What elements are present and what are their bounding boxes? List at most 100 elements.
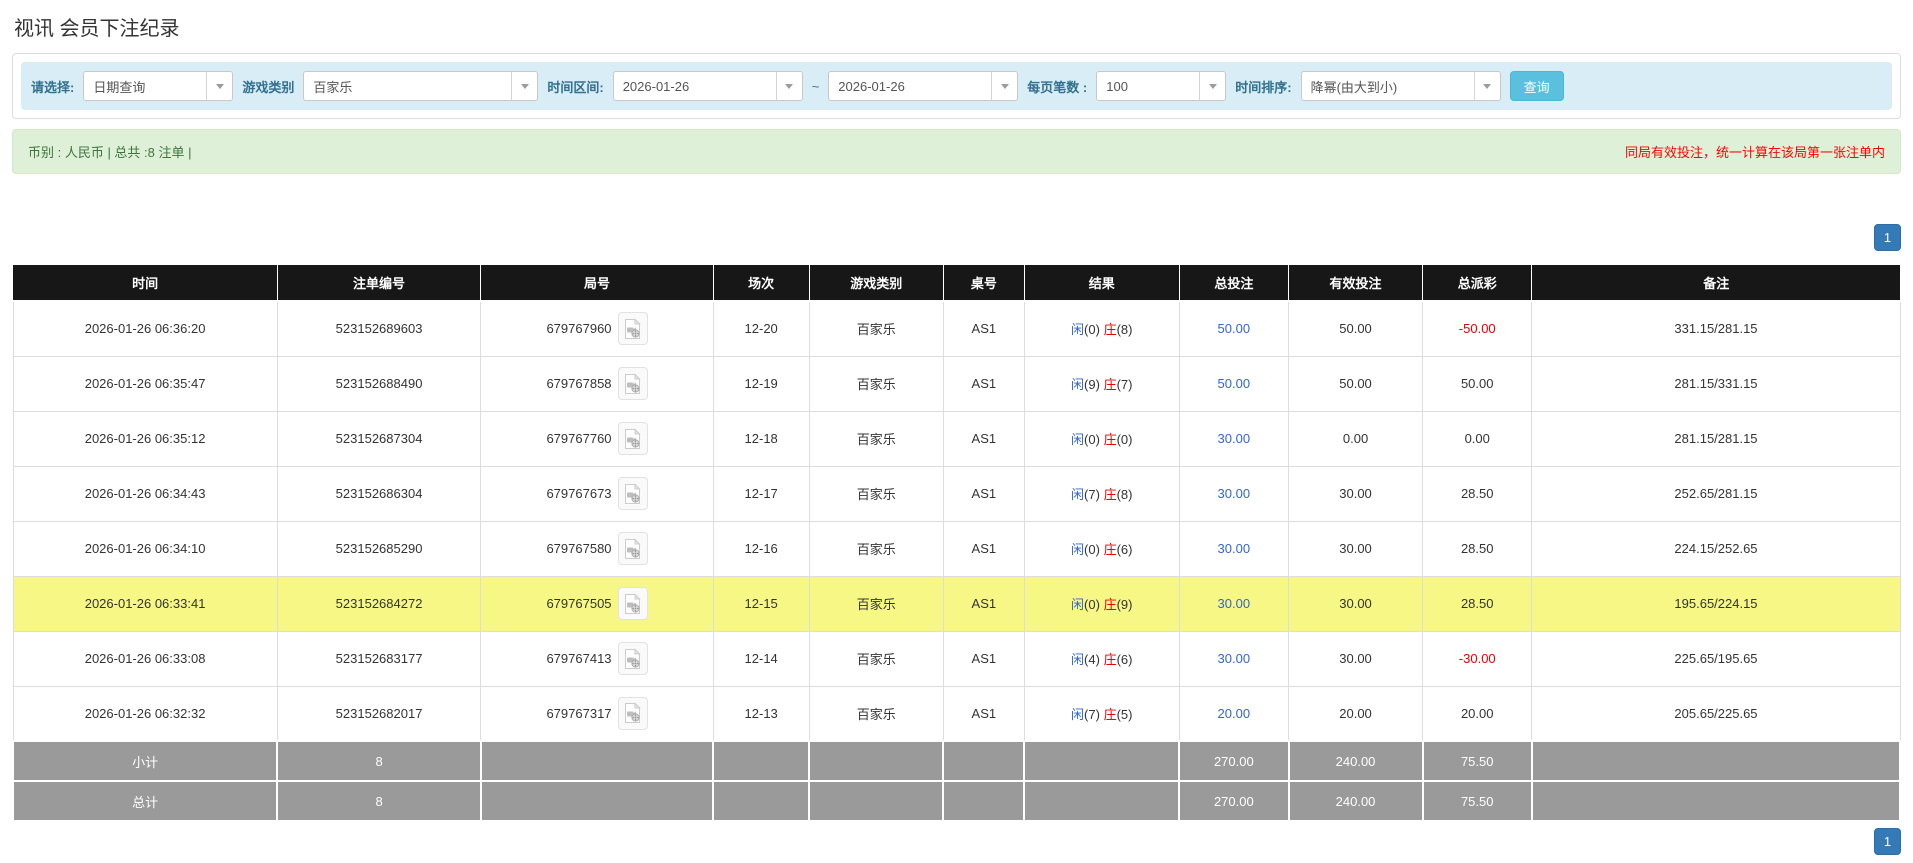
payout-value: -30.00 xyxy=(1458,651,1496,666)
replay-video-button[interactable] xyxy=(617,642,648,675)
caret-down-icon[interactable] xyxy=(991,72,1018,100)
replay-video-button[interactable] xyxy=(617,367,648,400)
cell-remark: 252.65/281.15 xyxy=(1531,465,1901,522)
cell-result: 闲(9) 庄(7) xyxy=(1023,355,1180,412)
column-header: 注单编号 xyxy=(276,265,481,302)
banker-points: (8) xyxy=(1116,487,1133,502)
game-type-select[interactable]: 百家乐 xyxy=(303,71,539,101)
cell-payout: 28.50 xyxy=(1422,575,1533,632)
cell-round: 679767760 xyxy=(480,410,714,467)
player-points: (9) xyxy=(1084,377,1100,392)
footer-empty-cell xyxy=(479,740,715,782)
cell-table-no: AS1 xyxy=(942,465,1025,522)
footer-total-bet: 270.00 xyxy=(1178,780,1290,822)
cell-result: 闲(0) 庄(0) xyxy=(1023,410,1180,467)
total-bet-link[interactable]: 30.00 xyxy=(1218,541,1251,556)
total-bet-link[interactable]: 30.00 xyxy=(1218,651,1251,666)
cell-game-type: 百家乐 xyxy=(808,630,944,687)
caret-down-icon[interactable] xyxy=(1473,72,1500,100)
cell-valid-bet: 20.00 xyxy=(1288,685,1424,742)
cell-session: 12-18 xyxy=(712,410,810,467)
caret-down-icon[interactable] xyxy=(1199,72,1226,100)
cell-table-no: AS1 xyxy=(942,410,1025,467)
cell-total-bet: 30.00 xyxy=(1178,465,1290,522)
caret-down-icon[interactable] xyxy=(511,72,538,100)
round-number: 679767673 xyxy=(546,486,612,501)
game-type-label: 游戏类别 xyxy=(242,79,295,95)
video-record-file-icon xyxy=(625,427,641,449)
total-bet-link[interactable]: 30.00 xyxy=(1218,486,1251,501)
cell-time: 2026-01-26 06:36:20 xyxy=(12,300,278,357)
video-record-file-icon xyxy=(625,372,641,394)
replay-video-button[interactable] xyxy=(617,696,648,730)
summary-bar: 币别 : 人民币 | 总共 :8 注单 | 同局有效投注，统一计算在该局第一张注… xyxy=(12,129,1901,174)
player-result-label: 闲 xyxy=(1071,322,1085,338)
date-from-picker[interactable]: 2026-01-26 xyxy=(612,71,803,101)
replay-video-button[interactable] xyxy=(617,312,648,346)
caret-down-icon[interactable] xyxy=(206,72,233,100)
cell-time: 2026-01-26 06:34:43 xyxy=(12,465,278,522)
cell-game-type: 百家乐 xyxy=(808,300,944,357)
cell-game-type: 百家乐 xyxy=(808,575,944,632)
player-points: (7) xyxy=(1084,487,1100,502)
total-bet-link[interactable]: 50.00 xyxy=(1218,321,1251,336)
cell-total-bet: 30.00 xyxy=(1178,575,1290,632)
search-button[interactable]: 查询 xyxy=(1509,71,1564,101)
replay-video-button[interactable] xyxy=(617,532,648,565)
cell-result: 闲(7) 庄(8) xyxy=(1023,465,1180,522)
player-result-label: 闲 xyxy=(1071,542,1085,557)
banker-result-label: 庄 xyxy=(1103,706,1117,722)
round-number: 679767505 xyxy=(546,596,612,611)
footer-empty-cell xyxy=(808,780,945,822)
cell-payout: 0.00 xyxy=(1422,410,1533,467)
cell-round: 679767673 xyxy=(480,465,714,522)
bet-table-footer: 小计 8 270.00 240.00 75.50 总计 8 270.00 240.00 75.50 xyxy=(11,740,1902,822)
cell-payout: 28.50 xyxy=(1422,465,1533,522)
total-bet-link[interactable]: 20.00 xyxy=(1218,706,1251,721)
date-to-picker[interactable]: 2026-01-26 xyxy=(828,71,1019,101)
footer-payout: 75.50 xyxy=(1421,780,1533,822)
cell-total-bet: 30.00 xyxy=(1178,630,1290,687)
per-page-select[interactable]: 100 xyxy=(1096,71,1227,101)
table-row: 2026-01-26 06:35:47 523152688490 679767858… xyxy=(12,355,1901,412)
cell-remark: 281.15/281.15 xyxy=(1531,410,1901,467)
banker-result-label: 庄 xyxy=(1103,377,1117,392)
cell-game-type: 百家乐 xyxy=(808,355,944,412)
footer-payout: 75.50 xyxy=(1421,740,1533,782)
column-header: 总投注 xyxy=(1178,265,1289,302)
footer-count: 8 xyxy=(276,740,482,782)
cell-total-bet: 50.00 xyxy=(1178,300,1290,357)
cell-valid-bet: 30.00 xyxy=(1288,465,1424,522)
footer-label: 小计 xyxy=(11,740,279,782)
query-type-select[interactable]: 日期查询 xyxy=(83,71,234,101)
replay-video-button[interactable] xyxy=(617,477,648,510)
banker-points: (5) xyxy=(1116,706,1133,722)
cell-table-no: AS1 xyxy=(942,355,1025,412)
player-points: (4) xyxy=(1084,652,1100,667)
payout-value: 0.00 xyxy=(1464,431,1490,446)
video-record-file-icon xyxy=(625,537,641,559)
round-number: 679767580 xyxy=(546,541,612,556)
cell-remark: 195.65/224.15 xyxy=(1531,575,1901,632)
payout-value: 28.50 xyxy=(1460,541,1494,556)
cell-session: 12-19 xyxy=(712,355,810,412)
cell-payout: 20.00 xyxy=(1422,685,1533,742)
cell-table-no: AS1 xyxy=(942,520,1025,577)
page-button[interactable]: 1 xyxy=(1874,224,1901,251)
caret-down-icon[interactable] xyxy=(775,72,802,100)
player-points: (0) xyxy=(1084,322,1100,338)
replay-video-button[interactable] xyxy=(617,587,648,620)
total-bet-link[interactable]: 30.00 xyxy=(1218,596,1251,611)
cell-result: 闲(0) 庄(8) xyxy=(1023,300,1180,357)
cell-session: 12-13 xyxy=(712,685,810,742)
total-bet-link[interactable]: 50.00 xyxy=(1218,376,1251,391)
round-number: 679767760 xyxy=(546,431,612,446)
cell-result: 闲(4) 庄(6) xyxy=(1023,630,1180,687)
footer-empty-cell xyxy=(942,780,1026,822)
sort-select[interactable]: 降幂(由大到小) xyxy=(1300,71,1501,101)
cell-valid-bet: 50.00 xyxy=(1288,300,1424,357)
banker-points: (6) xyxy=(1116,542,1133,557)
replay-video-button[interactable] xyxy=(617,422,648,455)
footer-empty-cell xyxy=(808,740,945,782)
total-bet-link[interactable]: 30.00 xyxy=(1218,431,1251,446)
